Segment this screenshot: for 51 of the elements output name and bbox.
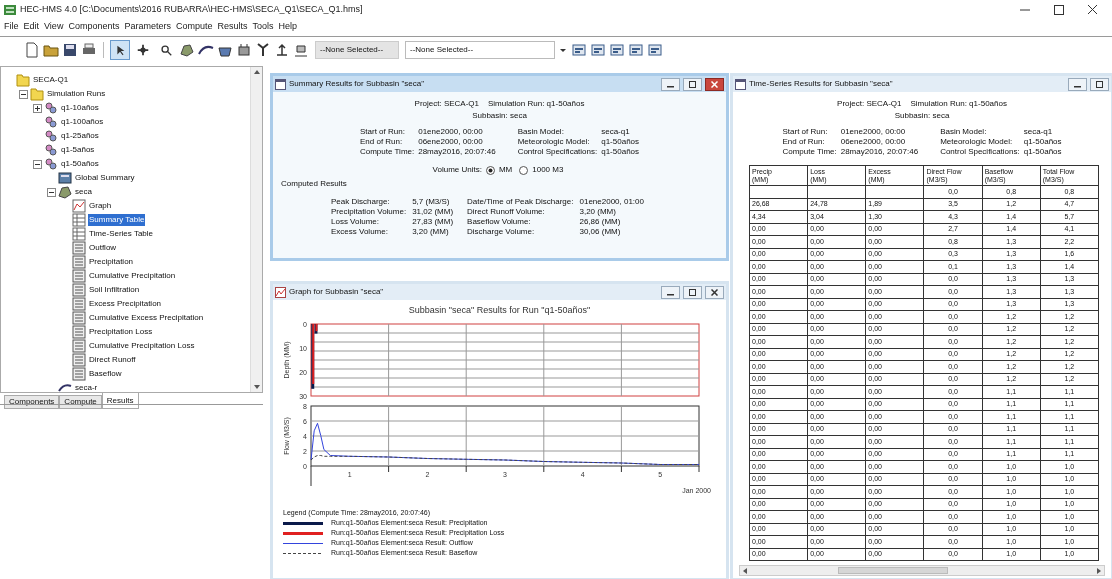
project-line: Project: SECA-Q1 Simulation Run: q1-50años <box>414 98 585 110</box>
subbasin-line: Subbasin: seca <box>472 110 527 122</box>
info-value: seca-q1 <box>601 127 631 137</box>
info-label: Control Specifications: <box>517 147 598 157</box>
result-label: Baseflow Volume: <box>467 217 532 227</box>
window-title: Graph for Subbasin "seca" <box>289 286 384 298</box>
result-value: 01ene2000, 01:00 <box>579 197 644 207</box>
result-value: 5,7 (M3/S) <box>412 197 451 207</box>
info-value: 28may2016, 20:07:46 <box>418 147 496 157</box>
info-label: Control Specifications: <box>940 147 1020 157</box>
info-label: Compute Time: <box>359 147 415 157</box>
result-label: Peak Discharge: <box>331 197 391 207</box>
result-label: Date/Time of Peak Discharge: <box>467 197 574 207</box>
result-value: 3,20 (MM) <box>579 207 617 217</box>
info-value: seca-q1 <box>1023 127 1054 137</box>
project-line: Project: SECA-Q1 Simulation Run: q1-50años <box>837 98 1007 110</box>
result-label: Direct Runoff Volume: <box>467 207 546 217</box>
info-value: q1-50años <box>1023 137 1062 147</box>
info-label: Meteorologic Model: <box>940 137 1014 147</box>
result-value: 31,02 (MM) <box>412 207 454 217</box>
info-value: 06ene2000, 00:00 <box>840 137 907 147</box>
info-label: Meteorologic Model: <box>517 137 591 147</box>
window-title: Time-Series Results for Subbasin "seca" <box>749 78 893 90</box>
result-value: 27,83 (MM) <box>412 217 454 227</box>
info-value: 01ene2000, 00:00 <box>418 127 484 137</box>
group-title: Computed Results <box>281 178 347 190</box>
result-label: Discharge Volume: <box>467 227 536 237</box>
window-title: HEC-HMS 4.0 [C:\Documents\2016 RUBARRA\HEC-HMS\SECA_Q1\SECA_Q1.hms] <box>20 3 363 17</box>
info-value: 01ene2000, 00:00 <box>840 127 907 137</box>
info-value: 28may2016, 20:07:46 <box>840 147 919 157</box>
result-value: 30,06 (MM) <box>579 227 622 237</box>
result-label: Precipitation Volume: <box>331 207 407 217</box>
info-value: 06ene2000, 00:00 <box>418 137 484 147</box>
window-title: Summary Results for Subbasin "seca" <box>289 78 425 90</box>
info-label: Start of Run: <box>782 127 829 137</box>
chart-title: Subbasin "seca" Results for Run "q1-50años" <box>407 304 592 317</box>
result-value: 26,86 (MM) <box>579 217 622 227</box>
info-label: End of Run: <box>359 137 404 147</box>
result-label: Excess Volume: <box>331 227 389 237</box>
info-value: q1-50años <box>601 137 640 147</box>
volume-units-label: Volume Units: <box>432 164 482 176</box>
result-label: Loss Volume: <box>331 217 381 227</box>
info-value: q1-50años <box>601 147 640 157</box>
info-label: Start of Run: <box>359 127 406 137</box>
info-label: End of Run: <box>782 137 826 147</box>
info-label: Basin Model: <box>940 127 988 137</box>
info-label: Basin Model: <box>517 127 565 137</box>
info-label: Compute Time: <box>782 147 837 157</box>
info-value: q1-50años <box>1023 147 1062 157</box>
result-value: 3,20 (MM) <box>412 227 450 237</box>
subbasin-line: Subbasin: seca <box>894 110 950 122</box>
